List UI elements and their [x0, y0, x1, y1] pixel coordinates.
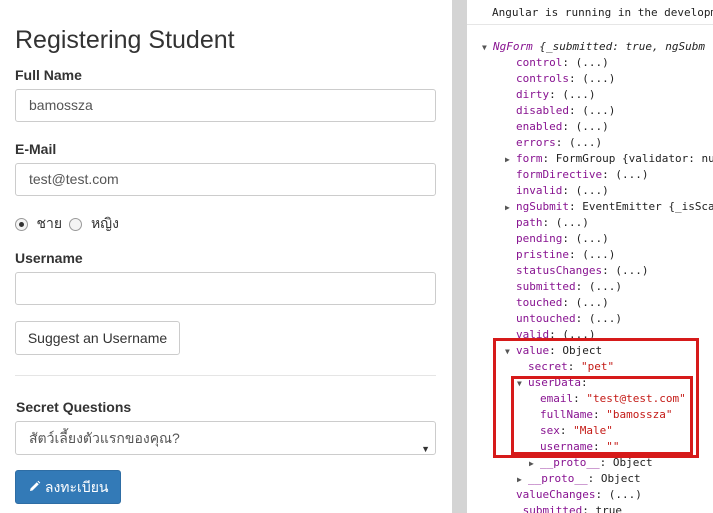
console-value: : (...) [568, 72, 616, 85]
secret-question-selected: สัตว์เลี้ยงตัวแรกของคุณ? [29, 430, 180, 446]
console-value: : (...) [562, 184, 609, 197]
devtools-console: Angular is running in the developm ▼ NgFo… [467, 0, 713, 513]
username-label: Username [15, 250, 83, 266]
console-tree-row: errors: (...) [516, 135, 602, 151]
full-name-field[interactable]: bamossza [15, 89, 436, 122]
email-label: E-Mail [15, 141, 57, 157]
console-value: : FormGroup {validator: nu [542, 152, 713, 165]
console-value: : (...) [555, 136, 603, 149]
console-key: controls [516, 72, 569, 85]
register-button-label: ลงทะเบียน [44, 479, 109, 495]
register-button[interactable]: ลงทะเบียน [15, 470, 121, 504]
console-value: : (...) [602, 264, 649, 277]
console-tree-row: pristine: (...) [516, 247, 615, 263]
console-value: : (...) [575, 280, 622, 293]
highlight-box-userdata [511, 376, 693, 455]
expand-down-icon[interactable]: ▼ [482, 40, 493, 56]
console-tree-row: statusChanges: (...) [516, 263, 648, 279]
console-value: : Object [587, 472, 641, 485]
suggest-username-button[interactable]: Suggest an Username [15, 321, 180, 355]
console-tree-row: dirty: (...) [516, 87, 595, 103]
console-key: touched [516, 296, 563, 309]
console-value: : (...) [542, 216, 589, 229]
console-tree-row: formDirective: (...) [516, 167, 648, 183]
section-divider [15, 375, 436, 376]
console-key: disabled [516, 104, 569, 117]
console-message: Angular is running in the developm [467, 0, 713, 25]
console-key: __proto__ [528, 472, 588, 485]
secret-questions-label: Secret Questions [16, 399, 132, 415]
console-key: invalid [516, 184, 563, 197]
chevron-down-icon: ▼ [421, 444, 430, 454]
console-message-text: Angular is running in the developm [492, 6, 713, 19]
console-tree-row: submitted: (...) [516, 279, 622, 295]
console-tree-row: path: (...) [516, 215, 589, 231]
expand-right-icon[interactable]: ▶ [529, 456, 540, 472]
gender-radio-female[interactable] [69, 217, 83, 231]
pencil-icon [30, 480, 41, 491]
console-value: : (...) [562, 56, 609, 69]
console-key: untouched [516, 312, 576, 325]
console-tree-row: controls: (...) [516, 71, 615, 87]
page-title: Registering Student [15, 26, 235, 54]
console-tree-row: untouched: (...) [516, 311, 622, 327]
console-key: errors [516, 136, 556, 149]
console-value: : (...) [562, 232, 609, 245]
console-key: submitted [516, 280, 576, 293]
console-tree-row: touched: (...) [516, 295, 609, 311]
panel-splitter[interactable] [452, 0, 467, 513]
console-tree-row: pending: (...) [516, 231, 609, 247]
registration-form: Registering Student Full Name bamossza E… [0, 0, 452, 513]
console-value: : (...) [602, 168, 649, 181]
console-key: enabled [516, 120, 563, 133]
expand-right-icon[interactable]: ▶ [517, 472, 528, 488]
console-tree-row: valueChanges: (...) [516, 487, 642, 503]
console-tree-row[interactable]: ▶ form: FormGroup {validator: nu [505, 151, 713, 168]
console-key: _submitted [516, 504, 583, 513]
console-value: : (...) [568, 248, 616, 261]
console-key: NgForm [493, 40, 533, 53]
console-key: valueChanges [516, 488, 596, 501]
console-value: : (...) [562, 296, 609, 309]
console-key: pristine [516, 248, 569, 261]
console-tree-row[interactable]: ▶ ngSubmit: EventEmitter {_isSca [505, 199, 713, 216]
console-key: form [516, 152, 543, 165]
console-tree-row: invalid: (...) [516, 183, 609, 199]
gender-radio-male-label[interactable]: ชาย [36, 215, 62, 231]
console-key: formDirective [516, 168, 603, 181]
console-value: : (...) [595, 488, 642, 501]
console-value: : (...) [562, 120, 609, 133]
console-tree-row: disabled: (...) [516, 103, 615, 119]
full-name-label: Full Name [15, 67, 82, 83]
console-key: path [516, 216, 543, 229]
email-field[interactable]: test@test.com [15, 163, 436, 196]
secret-question-select[interactable]: สัตว์เลี้ยงตัวแรกของคุณ? ▼ [15, 421, 436, 455]
console-tree-row: enabled: (...) [516, 119, 609, 135]
console-tree-row: control: (...) [516, 55, 609, 71]
console-tree-row[interactable]: ▶ __proto__: Object [517, 471, 641, 488]
console-value: : true [582, 504, 622, 513]
console-value: : (...) [575, 312, 622, 325]
console-value: {_submitted: true, ngSubm [532, 40, 705, 53]
console-key: statusChanges [516, 264, 603, 277]
console-value: : (...) [549, 88, 596, 101]
console-key: pending [516, 232, 563, 245]
gender-radio-group: ชาย หญิง [15, 213, 119, 235]
console-key: dirty [516, 88, 550, 101]
expand-right-icon[interactable]: ▶ [505, 152, 516, 168]
gender-radio-male[interactable] [15, 217, 28, 231]
console-tree-row[interactable]: ▼ NgForm {_submitted: true, ngSubm [482, 39, 705, 56]
console-value: : (...) [568, 104, 616, 117]
username-field[interactable] [15, 272, 436, 305]
gender-radio-female-label[interactable]: หญิง [91, 215, 119, 231]
console-tree-row: _submitted: true [516, 503, 622, 513]
console-key: ngSubmit [516, 200, 569, 213]
console-key: control [516, 56, 563, 69]
console-value: : EventEmitter {_isSca [568, 200, 713, 213]
expand-right-icon[interactable]: ▶ [505, 200, 516, 216]
